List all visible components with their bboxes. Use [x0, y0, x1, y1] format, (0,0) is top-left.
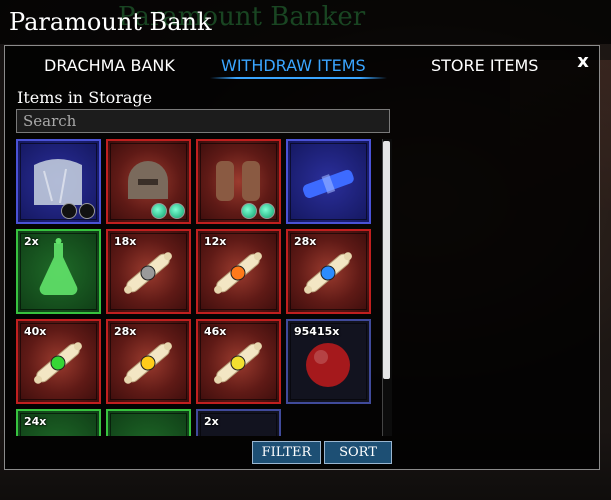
item-slot-red-orb[interactable]: 95415x — [286, 319, 371, 404]
item-quantity: 2x — [204, 415, 219, 428]
item-quantity: 2x — [24, 235, 39, 248]
item-slot-gold-gem-scroll[interactable]: 46x — [196, 319, 281, 404]
tab-bar: DRACHMA BANK WITHDRAW ITEMS STORE ITEMS … — [5, 46, 599, 84]
empty-socket-icon — [61, 203, 77, 219]
filter-button[interactable]: FILTER — [252, 441, 321, 464]
search-input[interactable] — [16, 109, 390, 133]
window-title: Paramount Bank — [9, 8, 212, 36]
item-slot-green-potion[interactable]: 2x — [16, 229, 101, 314]
gem-sockets — [61, 203, 95, 219]
gem-sockets — [151, 203, 185, 219]
item-quantity: 28x — [294, 235, 317, 248]
item-slot-blue-scroll-case[interactable] — [286, 139, 371, 224]
item-slot-item-row4-c[interactable]: 2x — [196, 409, 281, 436]
item-slot-crystal-armor[interactable] — [16, 139, 101, 224]
tab-store-items[interactable]: STORE ITEMS — [431, 56, 538, 75]
item-slot-orange-gem-scroll[interactable]: 12x — [196, 229, 281, 314]
emerald-gem-icon — [241, 203, 257, 219]
title-bar: Paramount Banker Paramount Bank — [0, 0, 611, 44]
item-quantity: 46x — [204, 325, 227, 338]
item-quantity: 40x — [24, 325, 47, 338]
item-slot-yellow-gem-scroll[interactable]: 28x — [106, 319, 191, 404]
bank-panel: DRACHMA BANK WITHDRAW ITEMS STORE ITEMS … — [4, 45, 600, 470]
item-slot-blue-gem-scroll[interactable]: 28x — [286, 229, 371, 314]
item-slot-item-row4-b[interactable] — [106, 409, 191, 436]
item-slot-green-gem-scroll[interactable]: 40x — [16, 319, 101, 404]
active-tab-indicator — [210, 77, 387, 79]
item-quantity: 28x — [114, 325, 137, 338]
tab-drachma-bank[interactable]: DRACHMA BANK — [44, 56, 175, 75]
empty-socket-icon — [79, 203, 95, 219]
item-quantity: 24x — [24, 415, 47, 428]
tab-withdraw-items[interactable]: WITHDRAW ITEMS — [221, 56, 366, 75]
item-slot-bronze-helmet[interactable] — [106, 139, 191, 224]
emerald-gem-icon — [151, 203, 167, 219]
item-slot-leather-gauntlets[interactable] — [196, 139, 281, 224]
item-slot-white-gem-scroll[interactable]: 18x — [106, 229, 191, 314]
sort-button[interactable]: SORT — [324, 441, 392, 464]
items-in-storage-label: Items in Storage — [17, 88, 153, 107]
item-grid[interactable]: 2x 18x 12x 28x 40x 28x 46x 95415x 24x 2x — [16, 139, 380, 436]
close-icon[interactable]: x — [574, 53, 592, 71]
item-quantity: 95415x — [294, 325, 340, 338]
emerald-gem-icon — [259, 203, 275, 219]
item-quantity: 12x — [204, 235, 227, 248]
emerald-gem-icon — [169, 203, 185, 219]
item-slot-item-row4-a[interactable]: 24x — [16, 409, 101, 436]
item-quantity: 18x — [114, 235, 137, 248]
gem-sockets — [241, 203, 275, 219]
scrollbar-thumb[interactable] — [383, 141, 390, 379]
